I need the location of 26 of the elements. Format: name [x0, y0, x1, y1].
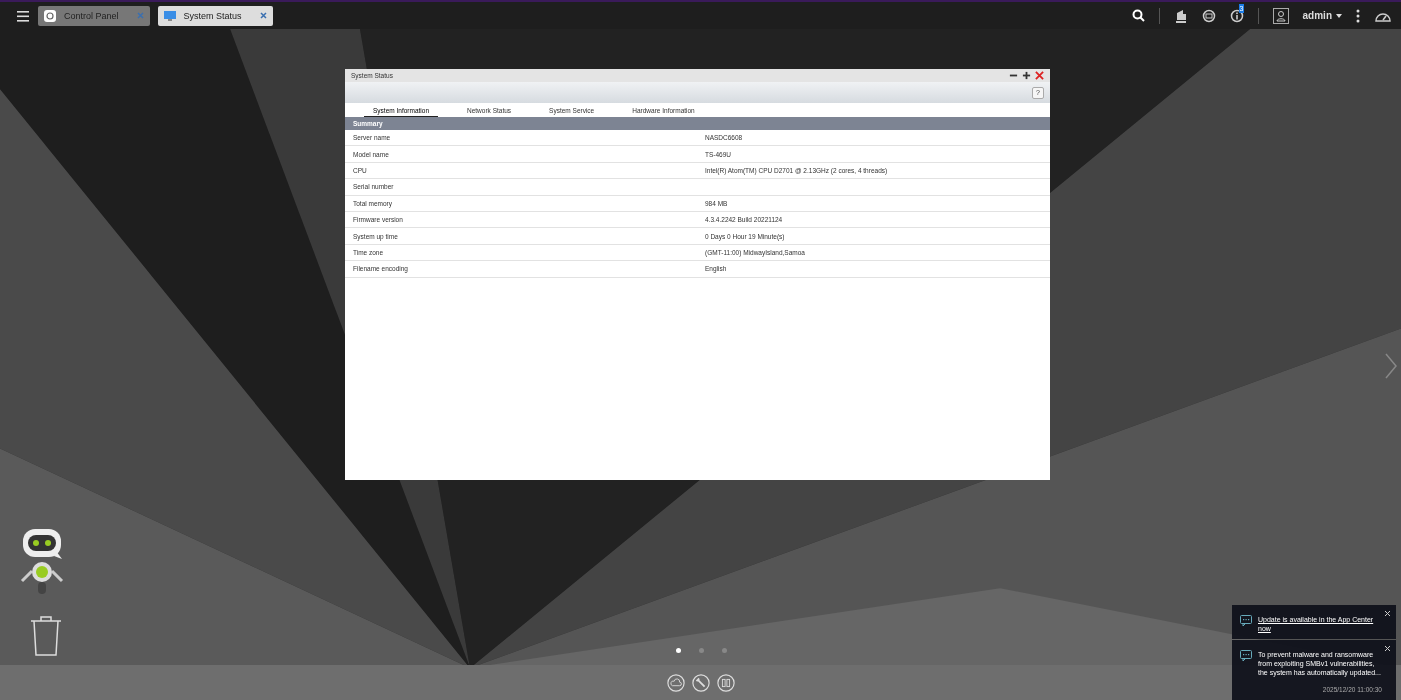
close-icon [259, 12, 267, 19]
user-icon[interactable] [1272, 7, 1289, 24]
info-icon[interactable] [1229, 8, 1244, 23]
close-icon[interactable] [1384, 645, 1391, 652]
monitor-icon [163, 9, 176, 22]
cloud-icon[interactable] [666, 673, 685, 692]
pause-icon[interactable] [716, 673, 735, 692]
menu-icon[interactable] [16, 8, 30, 23]
wrench-icon[interactable] [691, 673, 710, 692]
page-dot[interactable] [699, 648, 704, 653]
search-icon[interactable] [1131, 9, 1145, 22]
caret-icon [1336, 13, 1342, 18]
app-tab[interactable]: Control Panel [38, 5, 150, 26]
app-tab[interactable]: System Status [157, 5, 273, 26]
close-button[interactable] [1035, 71, 1044, 80]
user-menu[interactable]: admin [1302, 10, 1332, 21]
message-icon [1240, 615, 1252, 627]
page-dot[interactable] [722, 648, 727, 653]
gear-icon [44, 9, 56, 22]
page-dot[interactable] [676, 648, 681, 653]
maximize-button[interactable] [1022, 71, 1031, 80]
message-icon [1240, 650, 1252, 662]
trash-icon[interactable] [29, 615, 63, 657]
close-icon[interactable] [1384, 610, 1391, 617]
close-icon [136, 12, 144, 19]
more-icon[interactable] [1356, 8, 1360, 23]
